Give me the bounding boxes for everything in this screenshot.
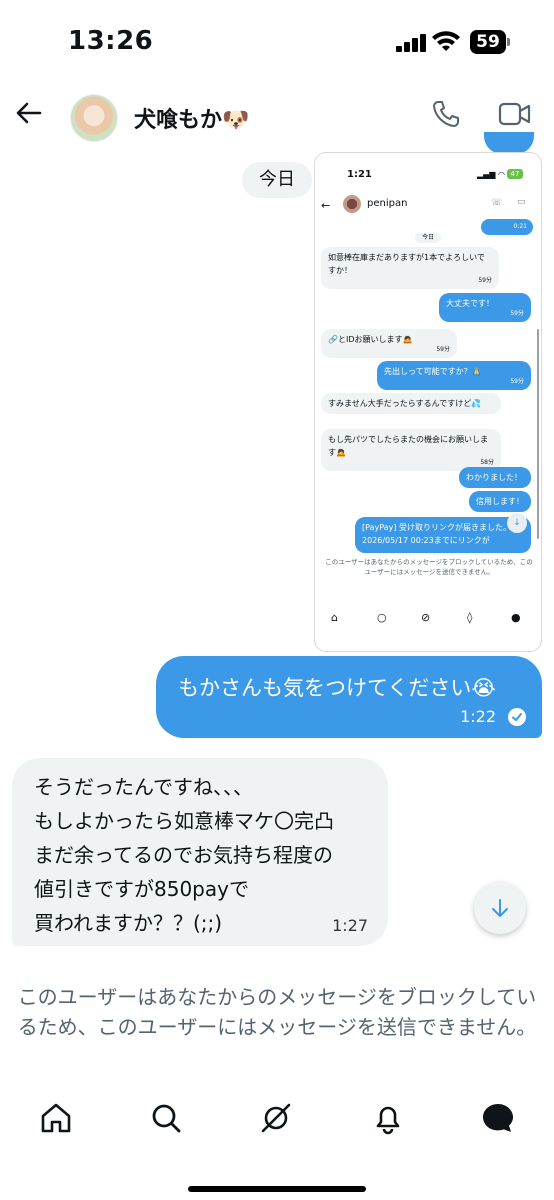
message-text: そうだったんですね、、、 もしよかったら如意棒マケ〇完凸 まだ余ってるのでお気持… xyxy=(34,775,334,935)
shot-message: 信用します！ xyxy=(469,491,531,512)
status-bar: 13:26 59 xyxy=(0,0,554,84)
shot-status-time: 1:21 xyxy=(347,169,372,180)
notifications-icon[interactable] xyxy=(370,1100,406,1136)
battery-icon: 59 xyxy=(470,30,510,54)
shot-scrollbar xyxy=(537,329,539,539)
shot-messages-icon: ● xyxy=(511,611,521,624)
message-time: 1:22 xyxy=(460,707,496,726)
date-separator: 今日 xyxy=(242,162,312,198)
previous-message-bubble xyxy=(484,132,534,154)
shot-avatar xyxy=(343,195,361,213)
message-text: もかさんも気をつけてください😭 xyxy=(178,676,496,700)
arrow-left-icon[interactable] xyxy=(14,98,44,128)
message-bubble-incoming[interactable]: そうだったんですね、、、 もしよかったら如意棒マケ〇完凸 まだ余ってるのでお気持… xyxy=(12,758,388,946)
battery-level: 59 xyxy=(470,30,506,54)
home-indicator[interactable] xyxy=(188,1186,366,1192)
shot-top-bubble-time: 0:21 xyxy=(481,219,533,235)
shot-message: すみません大手だったらするんですけど💦 xyxy=(321,393,501,414)
shot-contact-name: penipan xyxy=(367,198,408,209)
grok-icon[interactable] xyxy=(258,1100,294,1136)
shot-home-icon: ⌂ xyxy=(331,611,338,624)
shot-message: わかりました！ xyxy=(459,467,531,488)
shot-message: [PayPay] 受け取りリンクが届きました。2026/05/17 00:23ま… xyxy=(355,517,531,553)
shot-grok-icon: ⊘ xyxy=(421,611,431,624)
shot-bottom-nav: ⌂ ○ ⊘ ◊ ● xyxy=(315,605,541,635)
status-time: 13:26 xyxy=(68,26,154,56)
shot-battery: 47 xyxy=(507,169,523,179)
avatar[interactable] xyxy=(70,94,118,142)
shot-blocked-notice: このユーザーはあなたからのメッセージをブロックしているため、このユーザーにはメッ… xyxy=(325,558,533,576)
search-icon[interactable] xyxy=(148,1100,184,1136)
bottom-nav xyxy=(0,1090,554,1150)
video-camera-icon[interactable] xyxy=(498,100,532,128)
shot-message: 大丈夫です！ 59分 xyxy=(439,293,531,322)
blocked-notice: このユーザーはあなたからのメッセージをブロックしているため、このユーザーにはメッ… xyxy=(17,985,537,1039)
arrow-down-icon xyxy=(492,899,508,917)
shot-video-icon: ▭ xyxy=(517,197,526,207)
shot-bell-icon: ◊ xyxy=(467,611,473,624)
message-time: 1:27 xyxy=(332,916,368,935)
shot-back-icon: ← xyxy=(321,199,331,212)
shot-message: 如意棒在庫まだありますが1本でよろしいですか！ 59分 xyxy=(321,247,499,289)
shot-signal-icons: ▂▄▆ ◠ xyxy=(477,170,505,179)
shot-message: 🔗とIDお願いします🙇 59分 xyxy=(321,329,457,358)
attached-screenshot-image[interactable]: 1:21 ▂▄▆ ◠ 47 ← penipan ☏ ▭ 0:21 今日 如意棒在… xyxy=(314,152,542,652)
shot-scroll-down-icon: ↓ xyxy=(507,513,527,533)
shot-message: もし先パツでしたらまたの機会にお願いします🙇 58分 xyxy=(321,429,501,471)
message-bubble-outgoing[interactable]: もかさんも気をつけてください😭 1:22 xyxy=(156,656,542,738)
shot-search-icon: ○ xyxy=(377,611,387,624)
contact-name[interactable]: 犬喰もか🐶 xyxy=(134,102,249,134)
read-check-icon xyxy=(508,708,526,726)
scroll-to-bottom-button[interactable] xyxy=(474,882,526,934)
wifi-icon xyxy=(432,31,460,51)
shot-date-separator: 今日 xyxy=(415,233,441,243)
shot-message: 先出しって可能ですか？🙏 59分 xyxy=(377,361,531,390)
message-list[interactable]: 今日 1:21 ▂▄▆ ◠ 47 ← penipan ☏ ▭ 0:21 今日 如… xyxy=(0,132,554,966)
phone-icon[interactable] xyxy=(430,98,462,130)
shot-phone-icon: ☏ xyxy=(491,198,503,208)
cellular-signal-icon xyxy=(396,34,428,52)
messages-icon[interactable] xyxy=(480,1100,516,1136)
home-icon[interactable] xyxy=(38,1100,74,1136)
conversation-header: 犬喰もか🐶 xyxy=(0,84,554,146)
